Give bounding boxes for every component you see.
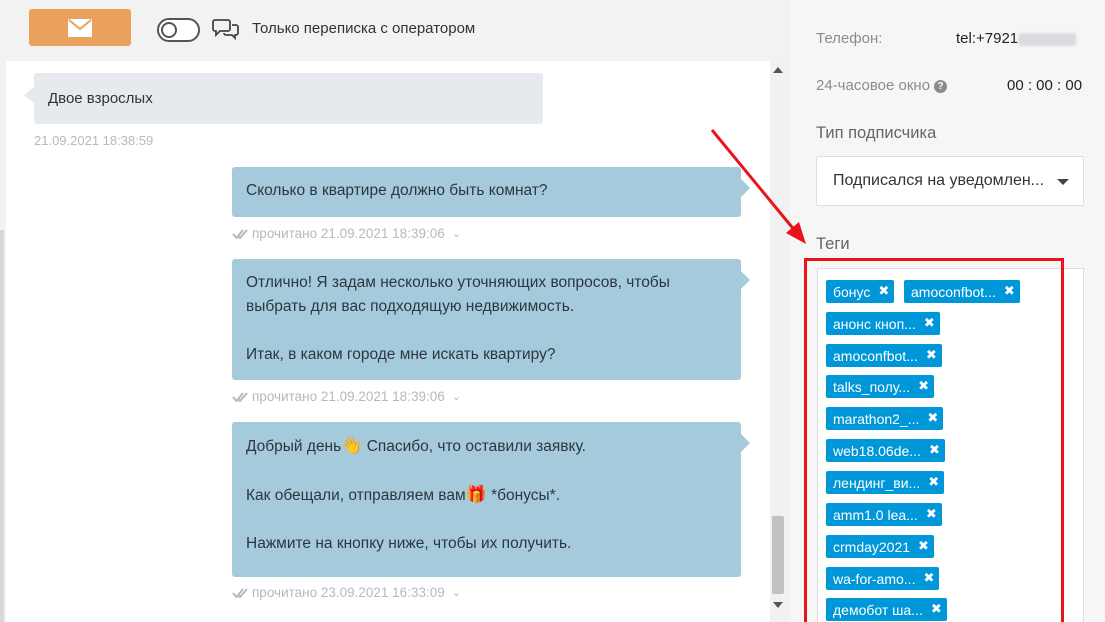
operator-only-label: Только переписка с оператором [252,20,476,37]
tag-label: wa-for-amo... [833,570,916,587]
subscriber-type-value: Подписался на уведомлен... [833,172,1045,189]
tag-chip[interactable]: amoconfbot... ✖ [904,280,1020,303]
tag-chip[interactable]: web18.06de... ✖ [826,439,945,462]
remove-tag-icon[interactable]: ✖ [918,539,929,554]
tag-label: amm1.0 lea... [833,506,918,523]
remove-tag-icon[interactable]: ✖ [926,507,937,522]
gift-emoji: 🎁 [465,485,487,505]
send-email-button[interactable] [29,9,131,46]
chevron-down-icon[interactable]: ⌄ [452,227,461,240]
question-icon[interactable]: ? [934,79,948,93]
waving-hand-emoji: 👋 [341,436,363,456]
read-status[interactable]: прочитано 21.09.2021 18:39:06 ⌄ [232,226,461,241]
message-text: Как обещали, отправляем вам [246,487,466,504]
tag-chip[interactable]: talks_полу... ✖ [826,375,934,398]
outgoing-message: Добрый день👋 Спасибо, что оставили заявк… [232,422,750,577]
chevron-down-icon[interactable]: ⌄ [452,586,461,599]
message-text: Двое взрослых [48,90,153,107]
envelope-icon [68,18,92,37]
chat-bubbles-icon [212,19,239,41]
read-status-text: прочитано 23.09.2021 16:33:09 [252,585,445,600]
tag-label: лендинг_ви... [833,474,921,491]
tag-label: crmday2021 [833,538,911,555]
message-text: Итак, в каком городе мне искать квартиру… [246,346,556,363]
app-root: Только переписка с оператором Двое взрос… [0,0,1105,622]
tag-label: анонс кноп... [833,315,916,332]
tag-chip[interactable]: marathon2_... ✖ [826,407,944,430]
subscriber-sidebar: Телефон: tel:+7921 24-часовое окно? 00 :… [790,0,1105,622]
redacted-digits [1018,32,1077,46]
subscriber-type-label: Тип подписчика [816,124,937,142]
tag-label: marathon2_... [833,410,920,427]
toggle-knob [161,22,177,38]
remove-tag-icon[interactable]: ✖ [924,316,935,331]
panel-edge [0,230,4,622]
subscriber-type-select[interactable]: Подписался на уведомлен... [816,156,1084,206]
message-text: Добрый день [246,438,342,455]
scrollbar-thumb[interactable] [772,516,784,594]
chat-toolbar: Только переписка с оператором [0,0,790,58]
phone-number: tel:+7921 [956,30,1019,47]
message-text: Спасибо, что оставили заявку. [366,438,586,455]
double-check-icon [232,228,248,240]
tag-chip[interactable]: анонс кноп... ✖ [826,312,940,335]
remove-tag-icon[interactable]: ✖ [929,443,940,458]
message-timestamp: 21.09.2021 18:38:59 [34,133,154,148]
window-timer: 00 : 00 : 00 [1007,77,1083,94]
outgoing-message: Отлично! Я задам несколько уточняющих во… [232,259,750,380]
phone-value[interactable]: tel:+7921 [956,30,1077,47]
remove-tag-icon[interactable]: ✖ [926,348,937,363]
scroll-down-arrow-icon[interactable] [773,602,783,608]
message-text: Сколько в квартире должно быть комнат? [246,182,548,199]
tags-field[interactable]: бонус ✖ amoconfbot... ✖ анонс кноп... ✖ amo… [817,268,1084,622]
incoming-message: Двое взрослых [24,73,543,124]
read-status[interactable]: прочитано 21.09.2021 18:39:06 ⌄ [232,389,461,404]
tag-label: talks_полу... [833,378,911,395]
message-feed[interactable]: Двое взрослых 21.09.2021 18:38:59 Скольк… [6,61,786,622]
remove-tag-icon[interactable]: ✖ [923,571,934,586]
message-text: Нажмите на кнопку ниже, чтобы их получит… [246,535,572,552]
outgoing-message: Сколько в квартире должно быть комнат? [232,167,750,217]
chat-panel: Только переписка с оператором Двое взрос… [0,0,790,622]
remove-tag-icon[interactable]: ✖ [878,284,889,299]
message-text: Отлично! Я задам несколько уточняющих во… [246,274,670,315]
read-status-text: прочитано 21.09.2021 18:39:06 [252,389,445,404]
double-check-icon [232,587,248,599]
window-label: 24-часовое окно? [816,77,948,94]
remove-tag-icon[interactable]: ✖ [928,475,939,490]
tags-label: Теги [816,235,850,253]
remove-tag-icon[interactable]: ✖ [918,379,929,394]
tag-chip[interactable]: amm1.0 lea... ✖ [826,503,942,526]
read-status-text: прочитано 21.09.2021 18:39:06 [252,226,445,241]
tag-chip[interactable]: crmday2021 ✖ [826,535,934,558]
double-check-icon [232,391,248,403]
message-paragraph: Добрый день👋 Спасибо, что оставили заявк… [246,434,727,459]
window-label-text: 24-часовое окно [816,77,931,94]
tag-chip[interactable]: amoconfbot... ✖ [826,344,942,367]
operator-only-toggle[interactable] [157,18,200,42]
tag-label: демобот ша... [833,601,923,618]
caret-down-icon [1057,179,1069,185]
phone-label: Телефон: [816,30,883,47]
remove-tag-icon[interactable]: ✖ [1004,284,1015,299]
scroll-up-arrow-icon[interactable] [773,67,783,73]
tag-chip[interactable]: лендинг_ви... ✖ [826,471,945,494]
message-text: *бонусы*. [491,487,561,504]
remove-tag-icon[interactable]: ✖ [927,411,938,426]
read-status[interactable]: прочитано 23.09.2021 16:33:09 ⌄ [232,585,461,600]
tag-label: бонус [833,283,871,300]
tag-chip[interactable]: бонус ✖ [826,280,895,303]
tag-label: amoconfbot... [833,347,918,364]
tag-label: amoconfbot... [911,283,996,300]
feed-scrollbar[interactable] [770,61,786,622]
tag-chip[interactable]: демобот ша... ✖ [826,598,947,621]
chevron-down-icon[interactable]: ⌄ [452,390,461,403]
tag-label: web18.06de... [833,442,921,459]
remove-tag-icon[interactable]: ✖ [931,602,942,617]
tag-chip[interactable]: wa-for-amo... ✖ [826,567,940,590]
message-paragraph: Как обещали, отправляем вам🎁 *бонусы*. [246,483,727,508]
